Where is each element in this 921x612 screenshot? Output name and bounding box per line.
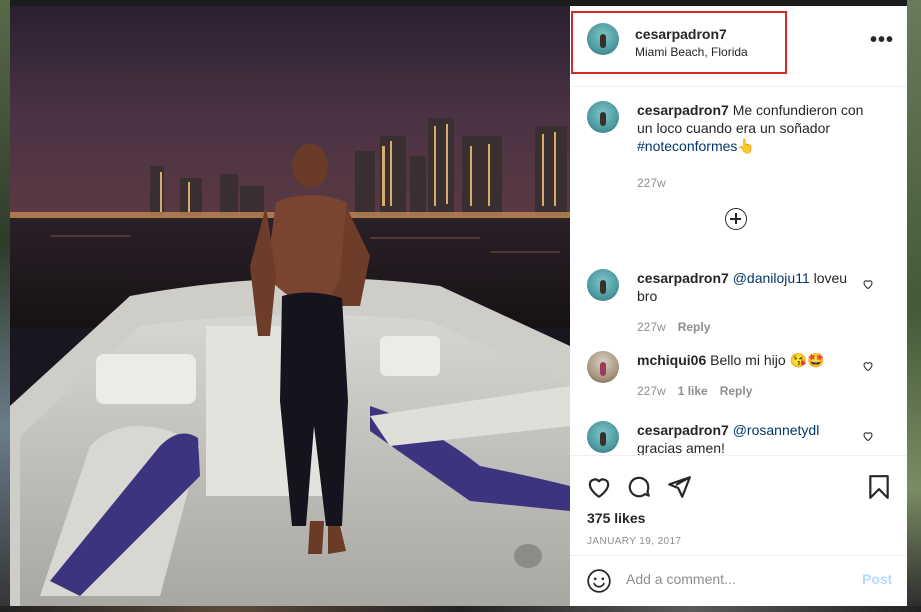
comment-mention[interactable]: @daniloju11	[733, 270, 810, 286]
action-bar: 375 likes JANUARY 19, 2017	[570, 455, 907, 556]
emoji-icon[interactable]	[586, 568, 612, 594]
comment-age[interactable]: 227w	[637, 320, 666, 334]
comment-text: cesarpadron7 @daniloju11 loveu bro	[637, 269, 855, 305]
caption-avatar[interactable]	[587, 101, 619, 133]
comment-username[interactable]: mchiqui06	[637, 352, 706, 368]
comment-meta: 227w 1 like Reply	[637, 384, 764, 398]
post-date[interactable]: JANUARY 19, 2017	[587, 536, 681, 547]
comments-list: cesarpadron7 Me confundieron con un loco…	[570, 87, 907, 455]
comment-input[interactable]: Add a comment...	[626, 571, 736, 587]
comment-mention[interactable]: @rosannetydl	[733, 422, 820, 438]
background-feed-right	[907, 0, 921, 612]
comment-emoji: 😘🤩	[789, 352, 825, 368]
post-detail-panel: cesarpadron7 Miami Beach, Florida ••• ce…	[570, 6, 907, 606]
caption-meta: 227w	[637, 176, 678, 190]
comment-like-icon[interactable]	[862, 360, 874, 372]
comment-avatar[interactable]	[587, 421, 619, 453]
comment-likes[interactable]: 1 like	[678, 384, 708, 398]
caption-hashtag[interactable]: #noteconformes	[637, 138, 737, 154]
comment-text: cesarpadron7 @rosannetydl gracias amen!	[637, 421, 855, 455]
comment-username[interactable]: cesarpadron7	[637, 270, 729, 286]
caption-username[interactable]: cesarpadron7	[637, 102, 729, 118]
caption-age[interactable]: 227w	[637, 176, 666, 190]
comment-meta: 227w Reply	[637, 320, 722, 334]
background-feed-left	[0, 0, 10, 612]
post-button[interactable]: Post	[862, 571, 892, 587]
post-header: cesarpadron7 Miami Beach, Florida •••	[570, 6, 907, 87]
more-options-icon[interactable]: •••	[870, 30, 894, 50]
heart-icon[interactable]	[586, 474, 612, 500]
comment-body: Bello mi hijo	[710, 352, 786, 368]
add-comment-bar: Add a comment... Post	[570, 555, 907, 607]
reply-button[interactable]: Reply	[678, 320, 711, 334]
comment-age[interactable]: 227w	[637, 384, 666, 398]
comment-like-icon[interactable]	[862, 430, 874, 442]
reply-button[interactable]: Reply	[720, 384, 753, 398]
comment-avatar[interactable]	[587, 351, 619, 383]
post-photo	[10, 6, 570, 606]
caption-text: cesarpadron7 Me confundieron con un loco…	[637, 101, 877, 155]
comment-body: gracias amen!	[637, 440, 725, 455]
comment-username[interactable]: cesarpadron7	[637, 422, 729, 438]
bookmark-icon[interactable]	[866, 474, 892, 500]
comment-like-icon[interactable]	[862, 278, 874, 290]
caption-emoji: 👆	[737, 138, 755, 154]
comment-avatar[interactable]	[587, 269, 619, 301]
comment-icon[interactable]	[626, 474, 652, 500]
like-count[interactable]: 375 likes	[587, 510, 645, 526]
highlight-box	[571, 11, 787, 74]
comment-text: mchiqui06 Bello mi hijo 😘🤩	[637, 351, 855, 369]
load-more-icon[interactable]	[725, 208, 747, 230]
share-icon[interactable]	[666, 474, 692, 500]
